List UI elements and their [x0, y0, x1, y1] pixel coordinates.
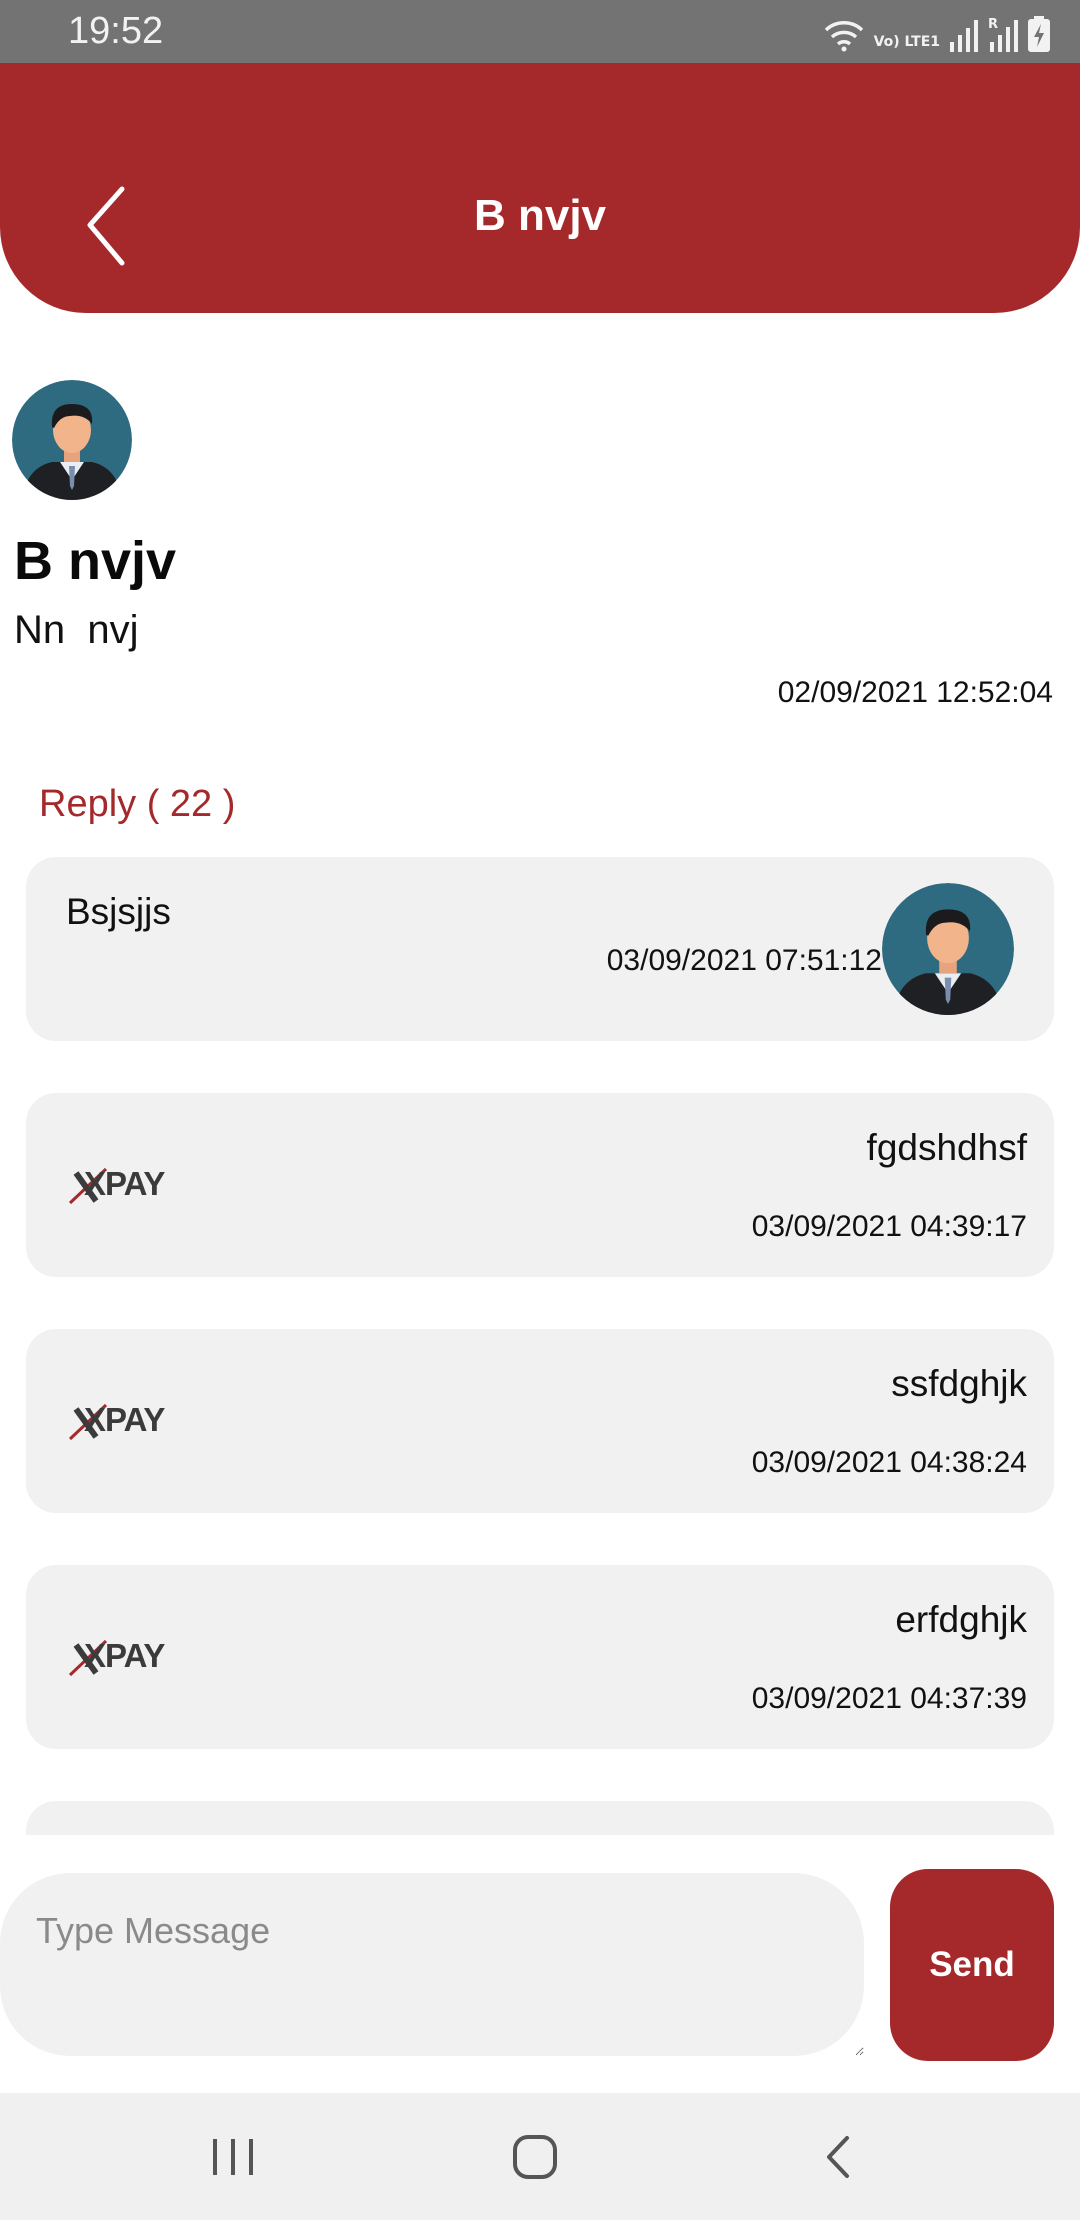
wifi-icon [824, 21, 863, 52]
reply-timestamp: 03/09/2021 04:37:39 [751, 1682, 1027, 1715]
reply-timestamp: 03/09/2021 04:38:24 [751, 1446, 1027, 1479]
signal-icon [950, 20, 978, 52]
reply-text: ssfdghjk [891, 1363, 1027, 1404]
reply-card: XPAY fgdshdhsf 03/09/2021 04:39:17 [26, 1093, 1054, 1277]
reply-card-partial [26, 1801, 1054, 1835]
reply-count-label: Reply ( 22 ) [39, 783, 236, 825]
send-button[interactable]: Send [890, 1869, 1054, 2061]
reply-text: erfdghjk [895, 1599, 1027, 1640]
reply-list[interactable]: Bsjsjjs 03/09/2021 07:51:12 XPAY fgdshdh… [26, 857, 1054, 1835]
back-icon [827, 2135, 849, 2178]
xpay-logo-text: XPAY [84, 1637, 165, 1674]
reply-card: Bsjsjjs 03/09/2021 07:51:12 [26, 857, 1054, 1041]
xpay-logo: XPAY [66, 1165, 166, 1207]
xpay-logo-text: XPAY [84, 1401, 165, 1438]
status-bar: 19:52 Vo) LTE1 R [0, 0, 1080, 63]
post-author-avatar [12, 380, 132, 500]
navigation-bar [0, 2093, 1080, 2220]
roaming-signal-icon: R [988, 17, 1018, 52]
page-title: B nvjv [473, 191, 607, 240]
xpay-logo: XPAY [66, 1637, 166, 1679]
reply-card: XPAY ssfdghjk 03/09/2021 04:38:24 [26, 1329, 1054, 1513]
app-header: B nvjv [0, 63, 1080, 313]
xpay-logo: XPAY [66, 1401, 166, 1443]
svg-text:R: R [988, 17, 998, 32]
recent-apps-button[interactable] [153, 2093, 313, 2220]
status-icons: Vo) LTE1 R [824, 12, 1050, 52]
volte-icon: Vo) LTE1 [873, 34, 940, 50]
system-back-button[interactable] [758, 2093, 918, 2220]
home-button[interactable] [455, 2093, 615, 2220]
reply-timestamp: 03/09/2021 04:39:17 [751, 1210, 1027, 1243]
status-time: 19:52 [68, 10, 164, 52]
reply-author-avatar [882, 883, 1014, 1015]
reply-card: XPAY erfdghjk 03/09/2021 04:37:39 [26, 1565, 1054, 1749]
message-input-container [0, 1873, 864, 2056]
post-body: Nn nvj [14, 608, 139, 652]
xpay-logo-text: XPAY [84, 1165, 165, 1202]
reply-text: Bsjsjjs [66, 891, 171, 932]
recent-apps-icon [213, 2138, 253, 2175]
message-input[interactable] [0, 1873, 864, 2056]
post-timestamp: 02/09/2021 12:52:04 [777, 676, 1053, 709]
reply-timestamp: 03/09/2021 07:51:12 [606, 944, 882, 977]
reply-text: fgdshdhsf [866, 1127, 1027, 1168]
post-author-name: B nvjv [14, 531, 177, 591]
battery-charging-icon [1028, 16, 1050, 52]
home-icon [513, 2134, 557, 2179]
